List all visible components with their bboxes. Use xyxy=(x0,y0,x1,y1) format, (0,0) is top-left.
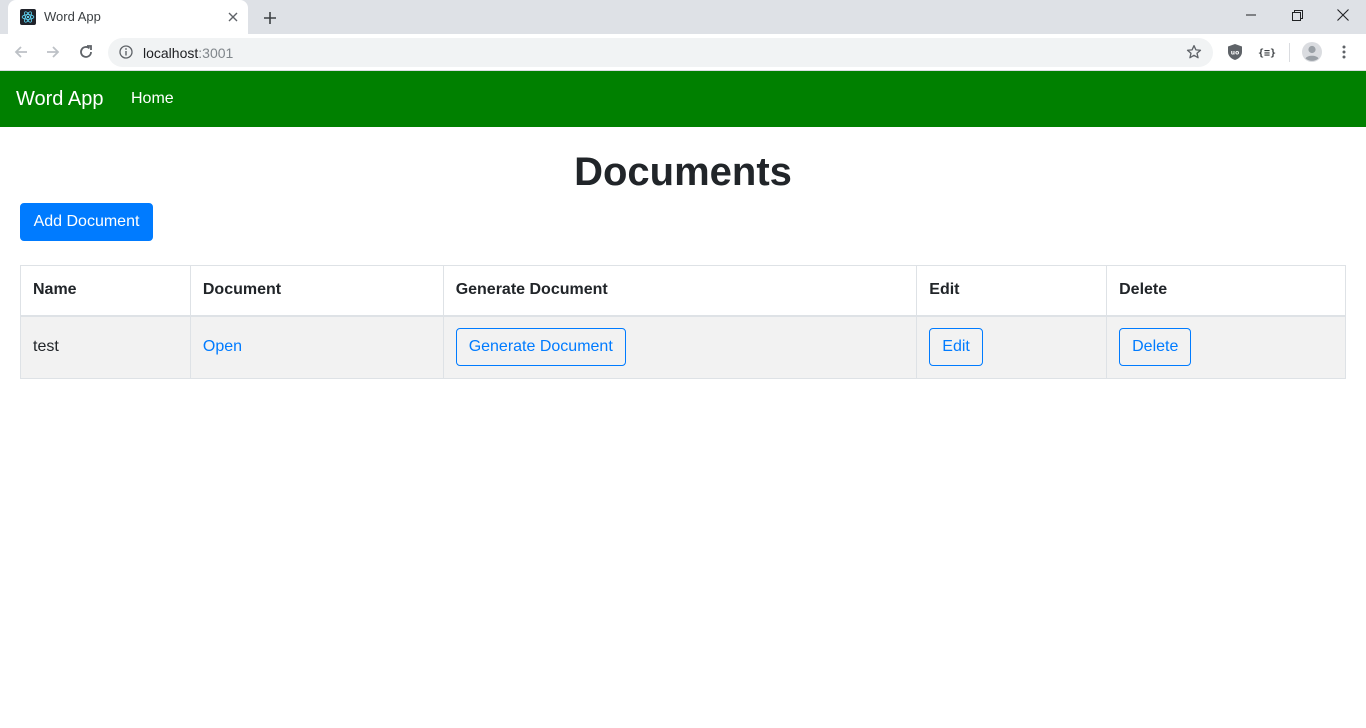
open-document-link[interactable]: Open xyxy=(203,338,242,355)
url-text: localhost:3001 xyxy=(143,45,233,61)
window-close-icon[interactable] xyxy=(1320,0,1366,30)
avatar-icon[interactable] xyxy=(1300,40,1324,64)
column-header-document: Document xyxy=(189,265,444,317)
edit-cell: Edit xyxy=(916,315,1108,379)
column-header-delete: Delete xyxy=(1106,265,1346,317)
shield-icon[interactable]: uo xyxy=(1223,40,1247,64)
react-icon xyxy=(20,9,36,25)
generate-document-button[interactable]: Generate Document xyxy=(455,328,626,367)
column-header-edit: Edit xyxy=(916,265,1108,317)
documents-table: Name Document Generate Document Edit Del… xyxy=(20,265,1346,379)
browser-tab-strip: Word App xyxy=(0,0,1366,34)
kebab-menu-icon[interactable] xyxy=(1332,40,1356,64)
generate-document-cell: Generate Document xyxy=(442,315,918,379)
browser-tab[interactable]: Word App xyxy=(8,0,248,34)
tab-title: Word App xyxy=(44,9,101,24)
url-host: localhost xyxy=(143,45,199,61)
svg-text:{≡}: {≡} xyxy=(1258,48,1276,58)
info-icon[interactable] xyxy=(118,44,134,60)
arrow-right-icon[interactable] xyxy=(41,40,65,64)
minimize-icon[interactable] xyxy=(1228,0,1274,30)
url-port: :3001 xyxy=(198,45,234,61)
edit-button[interactable]: Edit xyxy=(929,328,983,367)
table-row: test Open Generate Document Edit Delete xyxy=(20,315,1346,379)
toolbar-separator xyxy=(1289,43,1290,62)
app-navbar: Word App Home xyxy=(0,71,1366,127)
braces-icon[interactable]: {≡} xyxy=(1255,40,1279,64)
plus-icon[interactable] xyxy=(258,6,282,30)
close-icon[interactable] xyxy=(224,8,242,26)
column-header-generate-document: Generate Document xyxy=(442,265,918,317)
restore-icon[interactable] xyxy=(1274,0,1320,30)
document-name-cell: test xyxy=(20,315,191,379)
reload-icon[interactable] xyxy=(74,40,98,64)
svg-text:uo: uo xyxy=(1231,50,1239,57)
page-title: Documents xyxy=(574,150,792,194)
navbar-brand[interactable]: Word App xyxy=(16,88,103,111)
browser-toolbar: localhost:3001 uo {≡} xyxy=(0,34,1366,71)
document-link-cell: Open xyxy=(189,315,444,379)
column-header-name: Name xyxy=(20,265,191,317)
add-document-button[interactable]: Add Document xyxy=(20,203,153,241)
delete-cell: Delete xyxy=(1106,315,1346,379)
table-header-row: Name Document Generate Document Edit Del… xyxy=(20,265,1346,317)
nav-link-home[interactable]: Home xyxy=(131,90,174,108)
arrow-left-icon[interactable] xyxy=(9,40,33,64)
star-icon[interactable] xyxy=(1184,42,1204,62)
delete-button[interactable]: Delete xyxy=(1119,328,1192,367)
address-bar[interactable]: localhost:3001 xyxy=(108,38,1213,67)
